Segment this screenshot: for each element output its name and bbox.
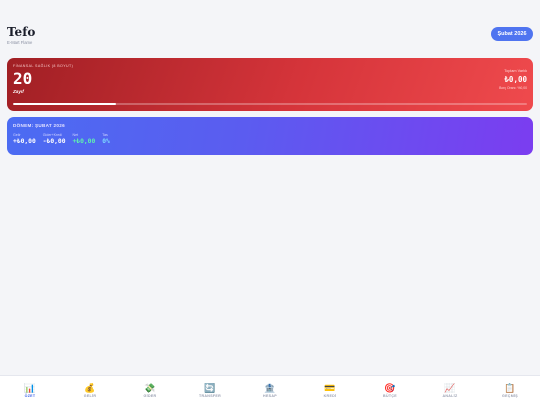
nav-item-analysis[interactable]: 📈 ANALİZ — [420, 383, 480, 398]
nav-label: GEÇMİŞ — [502, 394, 518, 398]
nav-label: KREDİ — [323, 394, 337, 398]
clipboard-icon: 📋 — [504, 383, 516, 393]
stat-label: Gelir — [13, 133, 21, 137]
financial-health-card[interactable]: FİNANSAL SAĞLIK (8 BOYUT) 20 Zayıf Topla… — [7, 58, 533, 111]
nav-label: BÜTÇE — [383, 394, 397, 398]
target-icon: 🎯 — [384, 383, 396, 393]
stat-savings-rate: Tas 0% — [102, 133, 110, 145]
period-summary-card[interactable]: DÖNEM: ŞUBAT 2026 Gelir +₺0,00 Gider+Kre… — [7, 117, 533, 155]
health-progress-bar — [13, 103, 527, 105]
nav-label: GELİR — [83, 394, 97, 398]
nav-item-transfer[interactable]: 🔄 TRANSFER — [180, 383, 240, 398]
period-selector-button[interactable]: Şubat 2026 — [491, 27, 533, 41]
stat-value: -₺0,00 — [42, 138, 66, 145]
nav-label: ÖZET — [24, 394, 36, 398]
nav-label: GİDER — [143, 394, 157, 398]
stat-expense: Gider+Kredi -₺0,00 — [43, 133, 66, 145]
nav-label: TRANSFER — [199, 394, 221, 398]
stat-value: +₺0,00 — [13, 138, 36, 145]
stat-label: Net — [72, 133, 79, 137]
stat-label: Tas — [102, 133, 108, 137]
money-bag-icon: 💰 — [84, 383, 96, 393]
app-header: Tefo E-Mart Flame Şubat 2026 — [7, 26, 533, 48]
assets-summary: Toplam Varlık ₺0,00 Borç Oranı: %0,00 — [499, 69, 527, 90]
health-progress-fill — [13, 103, 116, 105]
nav-item-credit[interactable]: 💳 KREDİ — [300, 383, 360, 398]
nav-item-budget[interactable]: 🎯 BÜTÇE — [360, 383, 420, 398]
nav-item-account[interactable]: 🏦 HESAP — [240, 383, 300, 398]
nav-item-history[interactable]: 📋 GEÇMİŞ — [480, 383, 540, 398]
health-score-value: 20 — [13, 69, 33, 88]
nav-item-expense[interactable]: 💸 GİDER — [120, 383, 180, 398]
total-assets-label: Toplam Varlık — [504, 69, 527, 73]
period-stats: Gelir +₺0,00 Gider+Kredi -₺0,00 Net +₺0,… — [13, 133, 527, 145]
nav-label: HESAP — [263, 394, 277, 398]
health-status: Zayıf — [13, 89, 24, 94]
app-title: Tefo — [7, 25, 36, 39]
nav-item-income[interactable]: 💰 GELİR — [60, 383, 120, 398]
chart-icon: 📊 — [24, 383, 36, 393]
total-assets-value: ₺0,00 — [504, 75, 527, 84]
stat-value: 0% — [102, 138, 110, 145]
debt-ratio-note: Borç Oranı: %0,00 — [499, 86, 527, 90]
credit-card-icon: 💳 — [324, 383, 336, 393]
transfer-icon: 🔄 — [204, 383, 216, 393]
stat-label: Gider+Kredi — [42, 133, 63, 137]
stat-net: Net +₺0,00 — [73, 133, 96, 145]
stat-income: Gelir +₺0,00 — [13, 133, 36, 145]
stat-value: +₺0,00 — [72, 138, 96, 145]
nav-item-summary[interactable]: 📊 ÖZET — [0, 383, 60, 398]
bottom-navigation: 📊 ÖZET 💰 GELİR 💸 GİDER 🔄 TRANSFER 🏦 HESA… — [0, 375, 540, 405]
health-score-label: FİNANSAL SAĞLIK (8 BOYUT) — [13, 64, 74, 68]
trend-icon: 📈 — [444, 383, 456, 393]
money-wings-icon: 💸 — [144, 383, 156, 393]
period-title: DÖNEM: ŞUBAT 2026 — [13, 123, 65, 128]
app-subtitle: E-Mart Flame — [7, 40, 33, 45]
bank-icon: 🏦 — [264, 383, 276, 393]
nav-label: ANALİZ — [442, 394, 458, 398]
